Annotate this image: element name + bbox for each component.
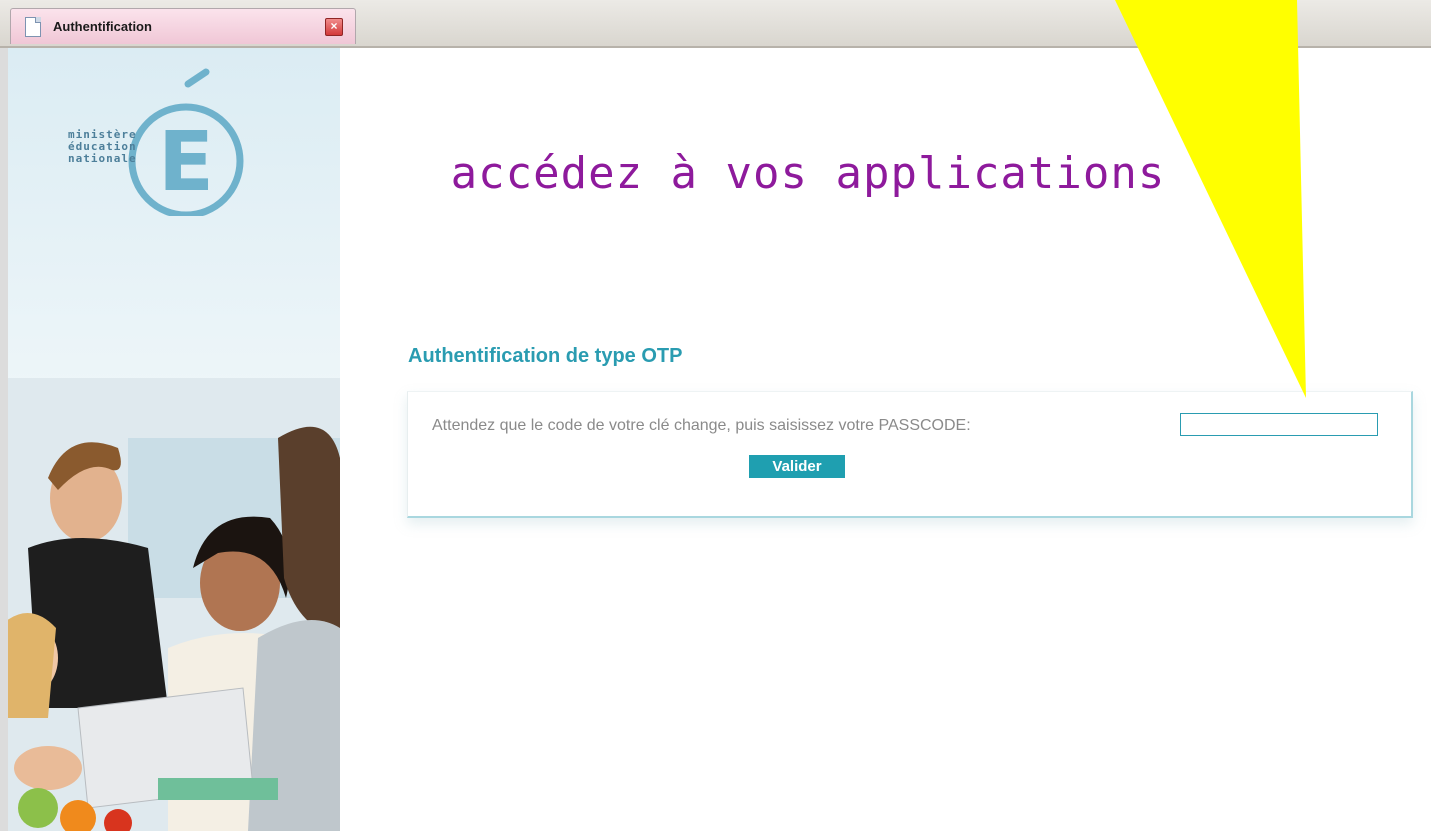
- otp-section-title: Authentification de type OTP: [408, 345, 683, 367]
- browser-tab-authentification[interactable]: Authentification ×: [10, 8, 356, 44]
- ministere-logo: E ministère éducation nationale: [60, 66, 250, 219]
- otp-form: Attendez que le code de votre clé change…: [407, 391, 1413, 518]
- passcode-input[interactable]: [1180, 413, 1378, 436]
- logo-text: ministère éducation nationale: [68, 129, 137, 165]
- document-icon: [25, 17, 41, 37]
- tab-title: Authentification: [53, 19, 152, 34]
- passcode-prompt: Attendez que le code de votre clé change…: [432, 417, 971, 434]
- close-tab-icon[interactable]: ×: [325, 18, 343, 36]
- sidebar-panel: E ministère éducation nationale: [8, 48, 340, 831]
- svg-text:E: E: [158, 115, 214, 210]
- page-content: E ministère éducation nationale accédez …: [8, 48, 1431, 831]
- page-title: accédez à vos applications: [450, 148, 1166, 199]
- logo-text-line: nationale: [68, 152, 137, 165]
- browser-tab-strip: Authentification ×: [0, 0, 1431, 48]
- students-photo: [8, 378, 340, 831]
- valider-button[interactable]: Valider: [749, 455, 845, 478]
